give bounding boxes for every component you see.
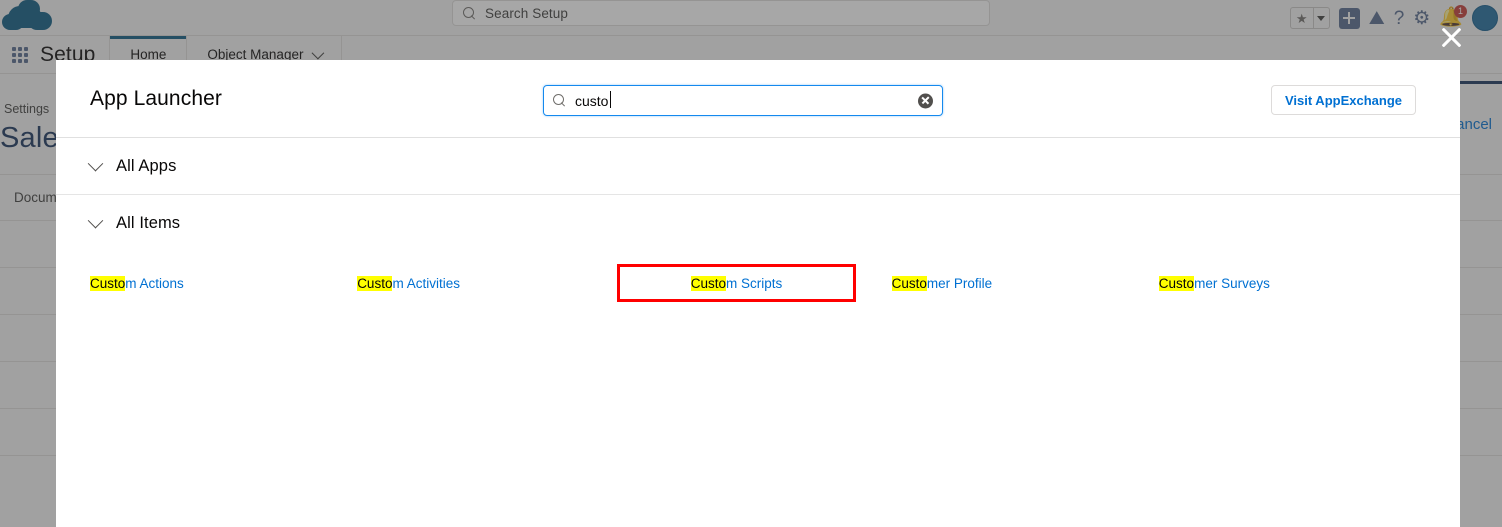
item-link-custom-scripts[interactable]: Custom Scripts [690,275,783,291]
section-all-apps[interactable]: All Apps [56,138,1460,195]
app-launcher-header: App Launcher custo Visit AppExchange [56,60,1460,138]
list-item[interactable]: Custom Activities [357,268,624,298]
app-launcher-title: App Launcher [90,87,222,110]
list-item-highlighted[interactable]: Custom Scripts [617,264,856,302]
app-launcher-modal: App Launcher custo Visit AppExchange All… [56,60,1460,527]
section-all-items[interactable]: All Items [56,195,1460,252]
chevron-down-icon [87,212,104,229]
item-label-rest: m Activities [392,275,460,291]
section-all-apps-label: All Apps [116,156,177,175]
item-label-rest: m Actions [125,275,184,291]
item-link-customer-surveys[interactable]: Customer Surveys [1158,275,1270,291]
item-label-rest: m Scripts [726,275,783,291]
item-link-customer-profile[interactable]: Customer Profile [891,275,993,291]
close-icon[interactable] [1436,22,1466,52]
search-match-highlight: Custo [1158,275,1195,291]
clear-input-icon[interactable] [918,93,933,108]
search-match-highlight: Custo [891,275,927,291]
search-match-highlight: Custo [690,275,726,291]
screen: Search Setup ★ ⛰ ? ⚙ 🔔 1 Setup Home Obje… [0,0,1502,527]
app-launcher-search-value: custo [575,90,612,109]
search-match-highlight: Custo [357,275,393,291]
item-link-custom-activities[interactable]: Custom Activities [357,275,460,291]
list-item[interactable]: Customer Profile [891,268,1159,298]
list-item[interactable]: Customer Surveys [1158,268,1426,298]
list-item[interactable]: Custom Actions [90,268,357,298]
item-link-custom-actions[interactable]: Custom Actions [90,275,184,291]
search-match-highlight: Custo [90,275,126,291]
search-icon [553,94,566,107]
section-all-items-label: All Items [116,214,181,232]
visit-appexchange-button[interactable]: Visit AppExchange [1270,85,1416,115]
chevron-down-icon [87,155,104,171]
app-launcher-search-input[interactable]: custo [543,85,943,116]
app-launcher-items-grid: Custom Actions Custom Activities Custom … [56,252,1460,302]
item-label-rest: mer Surveys [1194,275,1270,291]
app-launcher-body: All Apps All Items Custom Actions Custom… [56,138,1460,302]
item-label-rest: mer Profile [926,275,993,291]
